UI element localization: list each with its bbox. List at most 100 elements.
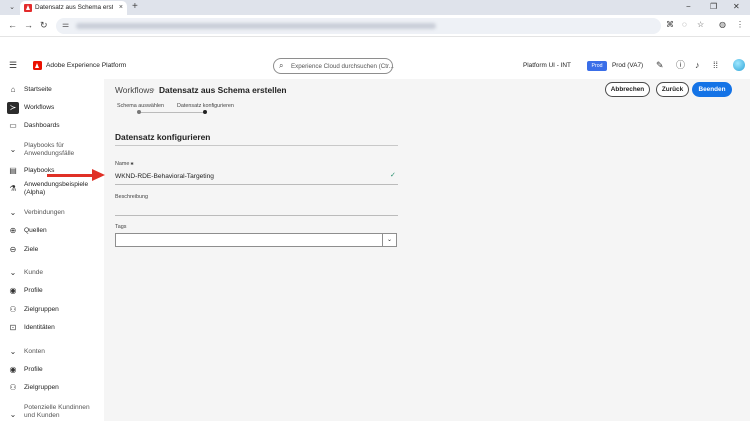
name-field-underline [115, 184, 398, 185]
name-field[interactable]: WKND-RDE-Behavioral-Targeting [115, 173, 214, 180]
sidebar-item-label: Dashboards [24, 122, 60, 129]
finish-button[interactable]: Beenden [692, 82, 732, 97]
chevron-down-icon[interactable]: ⌄ [382, 234, 396, 246]
chevron-down-icon: ⌄ [9, 145, 17, 154]
sidebar-item-label: Ziele [24, 246, 39, 253]
breadcrumb-chevron-icon: › [152, 85, 155, 94]
sidebar-nav: ⌂ Startseite ≻ Workflows ▭ Dashboards ⌄ … [0, 79, 104, 421]
tags-label: Tags [115, 224, 127, 230]
sandbox-badge: Prod [587, 61, 607, 71]
tab-list-button[interactable]: ⌄ [6, 2, 18, 13]
back-button[interactable]: Zurück [656, 82, 689, 97]
sidebar-item-label: Anwendungsbeispiele (Alpha) [24, 181, 89, 196]
sidebar-item-label: Identitäten [24, 324, 55, 331]
sidebar-item-zielgruppen[interactable]: ⚇ Zielgruppen [0, 301, 104, 319]
sidebar-section-label: Kunde [24, 269, 44, 276]
address-bar[interactable]: ⚌ [56, 18, 661, 34]
profile-icon[interactable]: ◍ [719, 19, 726, 31]
feedback-icon[interactable]: ✎ [656, 59, 664, 71]
sidebar-item-konten-profile[interactable]: ◉ Profile [0, 361, 104, 379]
chevron-down-icon: ⌄ [9, 208, 17, 217]
sidebar-item-label: Profile [24, 287, 43, 294]
cancel-button[interactable]: Abbrechen [605, 82, 650, 97]
sidebar-item-profile[interactable]: ◉ Profile [0, 282, 104, 300]
sidebar-item-quellen[interactable]: ⊕ Quellen [0, 222, 104, 240]
annotation-arrow-head [92, 169, 105, 181]
identities-icon: ⊡ [9, 323, 17, 332]
sidebar-item-label: Startseite [24, 86, 52, 93]
sidebar-item-label: Workflows [24, 104, 55, 111]
audiences-icon: ⚇ [9, 383, 17, 392]
tags-combobox[interactable]: ⌄ [115, 233, 397, 247]
help-icon[interactable]: ⓘ [676, 59, 685, 71]
sidebar-item-label: Zielgruppen [24, 306, 59, 313]
eye-off-icon[interactable]: ◌ [682, 19, 687, 31]
search-input[interactable]: ⌕ Experience Cloud durchsuchen (Ctr... [273, 58, 394, 74]
sidebar-section-label: Verbindungen [24, 209, 65, 216]
sidebar-item-startseite[interactable]: ⌂ Startseite [0, 81, 104, 99]
page-title: Datensatz aus Schema erstellen [159, 85, 287, 95]
back-arrow-icon[interactable]: ← [8, 19, 17, 32]
sidebar-section-konten[interactable]: ⌄ Konten [0, 343, 104, 361]
new-tab-button[interactable]: + [132, 1, 138, 13]
chevron-down-icon: ⌄ [9, 268, 17, 277]
flask-icon: ⚗ [9, 184, 17, 193]
sidebar-item-workflows[interactable]: ≻ Workflows [0, 99, 104, 117]
step-label-configure: Datensatz konfigurieren [177, 103, 234, 109]
apps-grid-icon[interactable]: ⁞⁞ [713, 59, 718, 71]
sidebar-item-konten-zielgruppen[interactable]: ⚇ Zielgruppen [0, 379, 104, 397]
sidebar-item-label: Zielgruppen [24, 384, 59, 391]
sidebar-section-playbooks[interactable]: ⌄ Playbooks für Anwendungsfälle [0, 141, 104, 161]
adobe-favicon-icon [24, 4, 32, 12]
maximize-button[interactable]: ❐ [710, 1, 717, 13]
sidebar-section-kunde[interactable]: ⌄ Kunde [0, 264, 104, 282]
close-window-button[interactable]: ✕ [733, 1, 740, 13]
chevron-down-icon: ⌄ [9, 347, 17, 356]
sidebar-section-potenzielle-kunden[interactable]: ⌄ Potenzielle Kundinnen und Kunden [0, 403, 104, 421]
sidebar-item-identitaeten[interactable]: ⊡ Identitäten [0, 319, 104, 337]
reload-icon[interactable]: ↻ [40, 19, 48, 32]
home-icon: ⌂ [10, 85, 16, 94]
step-dot-schema [137, 110, 141, 114]
section-divider [115, 145, 398, 146]
step-dot-configure [203, 110, 207, 114]
required-asterisk-icon: ✱ [130, 161, 134, 166]
browser-toolbar: ← → ↻ ⚌ [0, 15, 750, 37]
translate-icon[interactable]: ⌘ [666, 19, 674, 31]
valid-checkmark-icon: ✓ [390, 172, 396, 179]
forward-arrow-icon[interactable]: → [24, 19, 33, 32]
sidebar-section-verbindungen[interactable]: ⌄ Verbindungen [0, 204, 104, 222]
sidebar-item-anwendungsbeispiele[interactable]: ⚗ Anwendungsbeispiele (Alpha) [0, 180, 104, 200]
site-info-icon[interactable]: ⚌ [62, 20, 69, 29]
chevron-down-icon: ⌄ [9, 410, 17, 419]
browser-tab[interactable]: Datensatz aus Schema erstelle × [20, 1, 127, 15]
profile-icon: ◉ [9, 365, 17, 374]
browser-tab-bar: ⌄ Datensatz aus Schema erstelle × + − ❐ … [0, 0, 750, 15]
workflows-icon: ≻ [7, 102, 19, 114]
hamburger-menu-icon[interactable]: ☰ [9, 60, 17, 70]
search-icon: ⌕ [279, 61, 284, 70]
bookmark-star-icon[interactable]: ☆ [697, 19, 704, 31]
avatar[interactable] [733, 59, 745, 71]
description-field[interactable] [115, 215, 398, 216]
browser-menu-icon[interactable]: ⋮ [736, 19, 744, 31]
notifications-bell-icon[interactable]: ♪ [695, 59, 700, 71]
sidebar-section-label: Potenzielle Kundinnen und Kunden [24, 404, 90, 419]
blurred-url [76, 23, 436, 29]
breadcrumb-workflows[interactable]: Workflows [115, 85, 153, 95]
adobe-logo-icon[interactable] [33, 61, 42, 70]
destinations-icon: ⊖ [9, 245, 17, 254]
tab-title: Datensatz aus Schema erstelle [35, 4, 113, 11]
sidebar-item-playbooks[interactable]: ▤ Playbooks [0, 162, 104, 180]
step-label-schema: Schema auswählen [117, 103, 165, 109]
sandbox-switcher[interactable]: Prod (VA7) [612, 62, 643, 69]
tab-close-icon[interactable]: × [119, 3, 123, 12]
minimize-button[interactable]: − [686, 1, 691, 13]
org-switcher[interactable]: Platform UI - INT [523, 62, 571, 69]
main-content: Workflows › Datensatz aus Schema erstell… [104, 79, 750, 421]
sidebar-item-dashboards[interactable]: ▭ Dashboards [0, 117, 104, 135]
app-header: ☰ Adobe Experience Platform ⌕ Experience… [0, 53, 750, 79]
sidebar-item-ziele[interactable]: ⊖ Ziele [0, 241, 104, 259]
name-label: Name✱ [115, 161, 134, 167]
app-name[interactable]: Adobe Experience Platform [46, 62, 126, 69]
